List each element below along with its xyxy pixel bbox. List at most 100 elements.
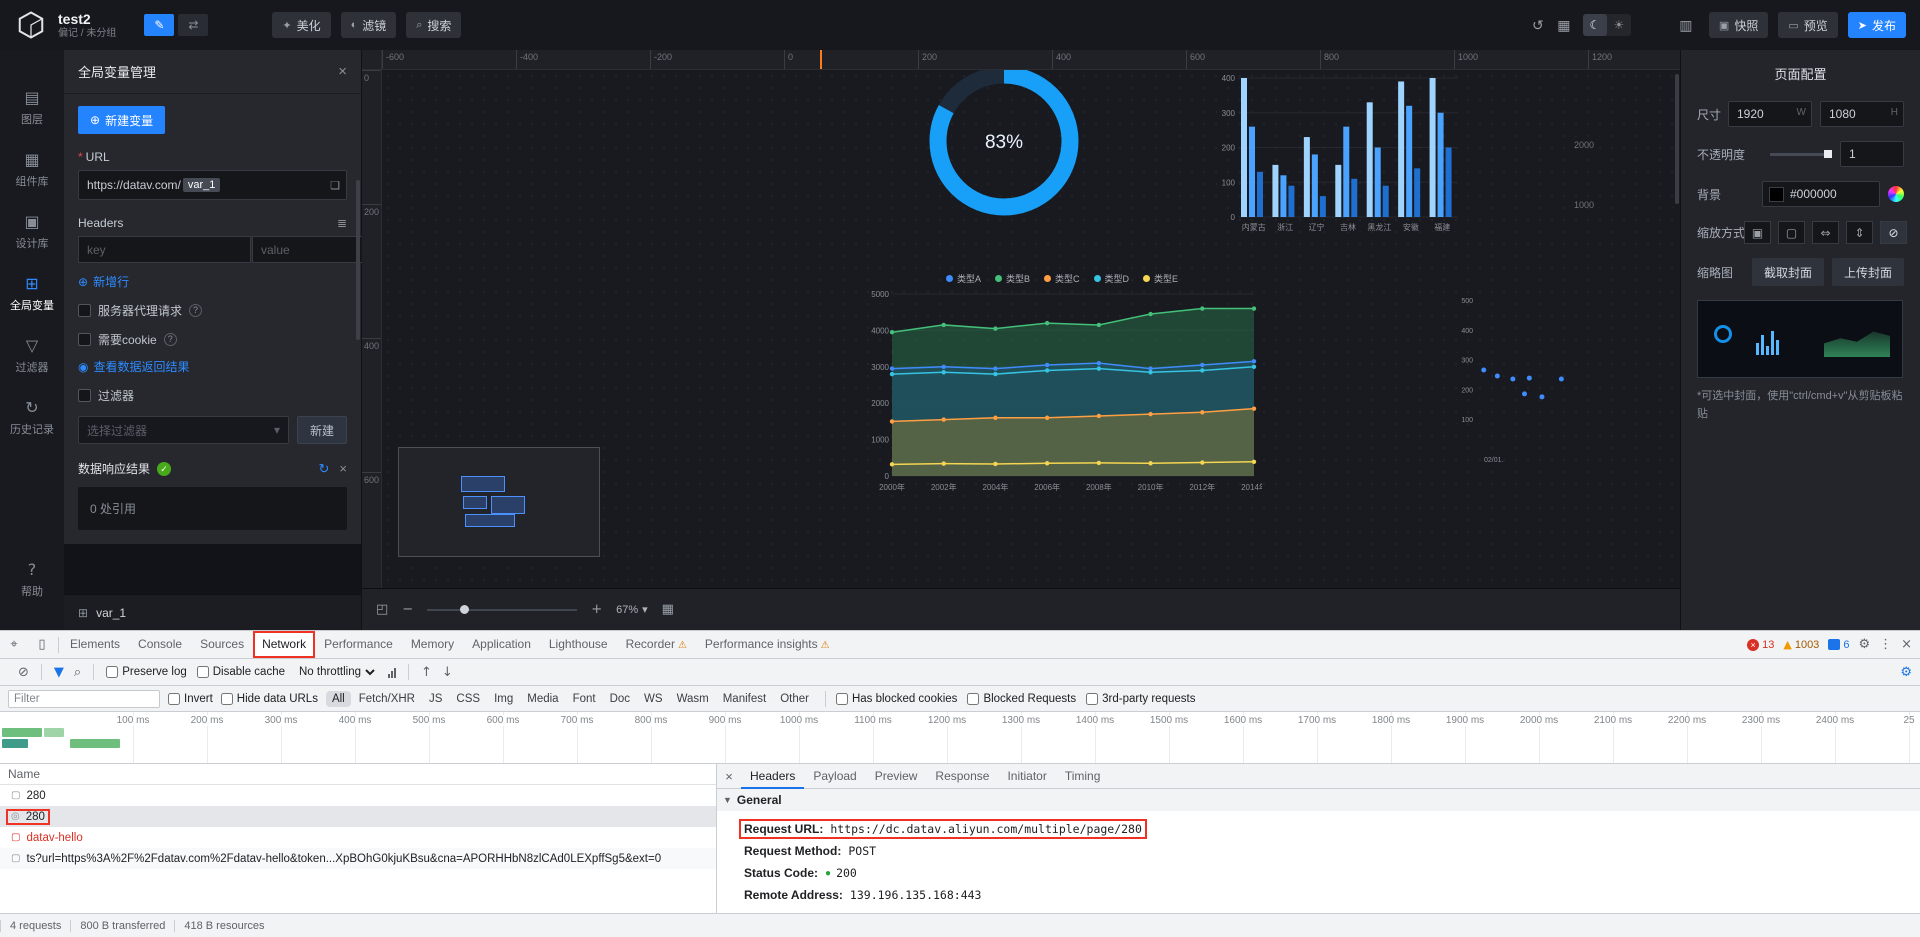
add-row-link[interactable]: ⊕新增行 xyxy=(78,273,129,290)
scatter-chart[interactable]: 10020030040050002/01. xyxy=(1454,292,1579,467)
devtools-tab[interactable]: Recorder⚠ xyxy=(617,631,696,658)
bar-chart[interactable]: 0100200300400内蒙古浙江辽宁吉林黑龙江安徽福建 xyxy=(1212,70,1462,235)
sidebar-item[interactable]: ▤ 图层 xyxy=(0,76,64,138)
filter-toggle-button[interactable]: ▼ xyxy=(54,665,64,680)
detail-tab[interactable]: Initiator xyxy=(998,764,1055,789)
scrollbar-thumb[interactable] xyxy=(1675,74,1679,204)
device-toolbar-button[interactable]: ▯ xyxy=(28,631,56,658)
color-picker-icon[interactable] xyxy=(1888,186,1904,202)
scale-mode-button[interactable]: ⇕ xyxy=(1846,221,1873,244)
resource-filter-pill[interactable]: Font xyxy=(567,691,602,707)
new-variable-button[interactable]: ⊕新建变量 xyxy=(78,106,165,134)
devtools-tab[interactable]: Performance insights⚠ xyxy=(696,631,839,658)
checkbox[interactable] xyxy=(967,693,979,705)
resource-filter-pill[interactable]: Doc xyxy=(604,691,636,707)
network-overview-timeline[interactable]: 100 ms200 ms300 ms400 ms500 ms600 ms700 … xyxy=(0,712,1920,764)
collapse-icon[interactable]: × xyxy=(339,461,347,477)
resource-filter-pill[interactable]: JS xyxy=(423,691,448,707)
devtools-settings-button[interactable]: ⚙ xyxy=(1858,637,1870,652)
view-response-link[interactable]: ◉查看数据返回结果 xyxy=(78,358,190,375)
hide-data-urls-checkbox[interactable]: Hide data URLs xyxy=(221,693,318,705)
zoom-level-select[interactable]: 67% ▾ xyxy=(616,603,648,616)
opacity-input[interactable] xyxy=(1840,141,1904,167)
filter-option-checkbox[interactable]: 3rd-party requests xyxy=(1086,693,1195,705)
resource-filter-pill[interactable]: Img xyxy=(488,691,519,707)
disable-cache-checkbox[interactable]: Disable cache xyxy=(197,666,285,678)
devtools-tab[interactable]: Network xyxy=(253,631,315,658)
request-row[interactable]: ◎280 xyxy=(0,806,716,827)
swap-mode-button[interactable]: ⇄ xyxy=(178,14,208,36)
cover-thumbnail[interactable] xyxy=(1697,300,1903,378)
resource-filter-pill[interactable]: Other xyxy=(774,691,815,707)
filter-button[interactable]: ◐滤镜 xyxy=(341,12,397,38)
resource-filter-pill[interactable]: Wasm xyxy=(671,691,715,707)
warning-badge[interactable]: ▲1003 xyxy=(1783,638,1819,651)
url-input[interactable]: https://datav.com/ var_1 ❏ xyxy=(78,170,347,200)
detail-tab[interactable]: Response xyxy=(926,764,998,789)
name-column-header[interactable]: Name xyxy=(0,764,716,785)
capture-cover-button[interactable]: 截取封面 xyxy=(1752,258,1824,286)
new-filter-button[interactable]: 新建 xyxy=(297,416,347,444)
filter-option-checkbox[interactable]: Blocked Requests xyxy=(967,693,1076,705)
search-button[interactable]: ⌕搜索 xyxy=(406,12,461,38)
network-settings-button[interactable]: ⚙ xyxy=(1900,665,1912,680)
edit-mode-button[interactable]: ✎ xyxy=(144,14,174,36)
opacity-slider-handle[interactable] xyxy=(1824,150,1832,158)
expand-icon[interactable]: ❏ xyxy=(330,179,340,192)
area-chart[interactable]: 类型A类型B类型C类型D类型E 010002000300040005000200… xyxy=(862,270,1262,502)
detail-tab[interactable]: Timing xyxy=(1056,764,1110,789)
donut-chart[interactable]: 83% xyxy=(919,70,1089,226)
request-row[interactable]: ▢datav-hello xyxy=(0,827,716,848)
devtools-tab[interactable]: Performance xyxy=(315,631,402,658)
devtools-tab[interactable]: Console xyxy=(129,631,191,658)
export-har-button[interactable]: ↓ xyxy=(442,665,453,680)
general-section-header[interactable]: ▼ General xyxy=(717,789,1920,811)
list-icon[interactable]: ≣ xyxy=(337,216,347,230)
devtools-tab[interactable]: Lighthouse xyxy=(540,631,617,658)
filter-checkbox[interactable] xyxy=(78,389,91,402)
network-conditions-icon[interactable] xyxy=(388,667,396,678)
devtools-tab[interactable]: Application xyxy=(463,631,540,658)
scale-mode-button[interactable]: ▢ xyxy=(1778,221,1805,244)
filter-input[interactable] xyxy=(8,690,160,708)
design-canvas[interactable]: 83% 0100200300400内蒙古浙江辽宁吉林黑龙江安徽福建 类型A类型B… xyxy=(382,70,1680,588)
devtools-menu-button[interactable]: ⋮ xyxy=(1879,637,1892,652)
sidebar-item[interactable]: ▣ 设计库 xyxy=(0,200,64,262)
sidebar-item[interactable]: ▽ 过滤器 xyxy=(0,324,64,386)
reload-icon[interactable]: ↻ xyxy=(319,461,330,477)
proxy-checkbox[interactable] xyxy=(78,304,91,317)
header-key-input[interactable] xyxy=(78,236,251,263)
resource-filter-pill[interactable]: Fetch/XHR xyxy=(353,691,421,707)
detail-tab[interactable]: Headers xyxy=(741,764,804,789)
devtools-tab[interactable]: Sources xyxy=(191,631,253,658)
minimap-toggle-button[interactable]: ◰ xyxy=(376,602,388,617)
checkbox[interactable] xyxy=(221,693,233,705)
scale-mode-button[interactable]: ⊘ xyxy=(1880,221,1907,244)
panel-scrollbar[interactable] xyxy=(356,180,360,340)
sidebar-item[interactable]: ? 帮助 xyxy=(0,548,64,610)
checkbox[interactable] xyxy=(197,666,209,678)
canvas-scrollbar[interactable] xyxy=(1674,70,1680,588)
grid-toggle-button[interactable]: ▦ xyxy=(662,602,674,617)
opacity-slider[interactable] xyxy=(1770,153,1832,156)
close-panel-button[interactable]: × xyxy=(338,63,347,80)
devtools-tab[interactable]: Memory xyxy=(402,631,463,658)
filter-option-checkbox[interactable]: Has blocked cookies xyxy=(836,693,957,705)
error-badge[interactable]: ×13 xyxy=(1747,639,1774,651)
beautify-button[interactable]: ✦美化 xyxy=(272,12,330,38)
variable-list-item[interactable]: ⊞ var_1 xyxy=(64,594,361,630)
inspect-element-button[interactable]: ⌖ xyxy=(0,631,28,658)
checkbox[interactable] xyxy=(106,666,118,678)
resource-filter-pill[interactable]: Manifest xyxy=(717,691,772,707)
cookie-checkbox[interactable] xyxy=(78,333,91,346)
issues-badge[interactable]: 6 xyxy=(1828,639,1849,651)
detail-tab[interactable]: Preview xyxy=(866,764,927,789)
wireframe-widget[interactable] xyxy=(398,447,600,557)
grid-view-button[interactable]: ▦ xyxy=(1551,13,1577,37)
zoom-slider[interactable] xyxy=(427,609,577,611)
clear-button[interactable]: ⊘ xyxy=(18,665,29,680)
sidebar-item[interactable]: ⊞ 全局变量 xyxy=(0,262,64,324)
request-row[interactable]: ▢ts?url=https%3A%2F%2Fdatav.com%2Fdatav-… xyxy=(0,848,716,869)
theme-toggle[interactable]: ☾ ☀ xyxy=(1583,14,1631,36)
sidebar-item[interactable]: ↻ 历史记录 xyxy=(0,386,64,448)
